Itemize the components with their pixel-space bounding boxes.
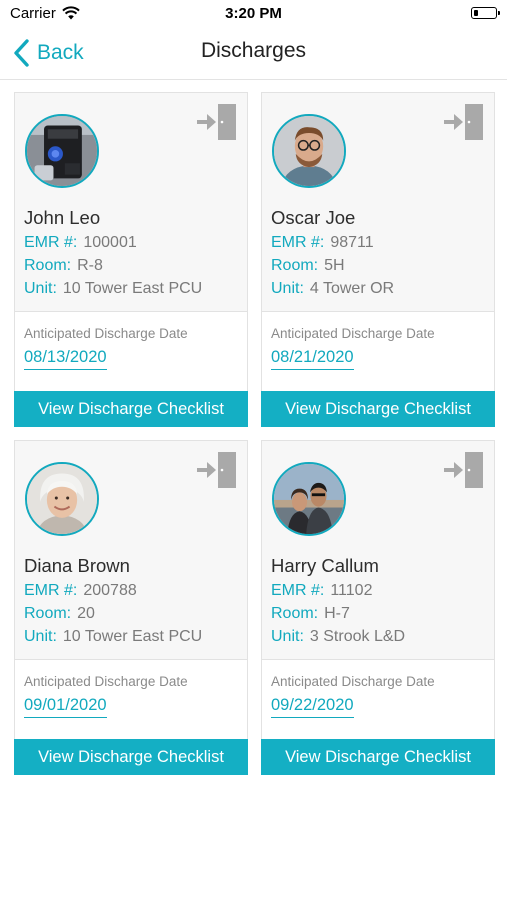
discharge-exit-icon[interactable] — [444, 104, 484, 140]
clock: 3:20 PM — [225, 5, 282, 22]
discharge-date-section: Anticipated Discharge Date 08/13/2020 — [15, 312, 247, 392]
patient-card-header: John Leo EMR #: 100001 Room: R-8 Unit: 10 T… — [15, 93, 247, 312]
status-bar: Carrier 3:20 PM — [0, 0, 507, 26]
coffee-machine-photo-icon — [27, 116, 97, 186]
anticipated-date-label: Anticipated Discharge Date — [271, 326, 435, 341]
unit-value: 4 Tower OR — [309, 280, 395, 297]
navigation-bar: Back Discharges — [0, 26, 507, 80]
patient-card: John Leo EMR #: 100001 Room: R-8 Unit: 10 T… — [14, 92, 248, 427]
unit-row: Unit: 3 Strook L&D — [271, 628, 405, 646]
discharge-exit-icon[interactable] — [444, 452, 484, 488]
emr-value: 100001 — [83, 234, 137, 251]
view-discharge-checklist-button[interactable]: View Discharge Checklist — [261, 739, 495, 775]
patient-card-header: Diana Brown EMR #: 200788 Room: 20 Unit: 10… — [15, 441, 247, 660]
battery-icon — [471, 7, 500, 19]
page-title: Discharges — [200, 39, 307, 62]
discharge-date-field[interactable]: 09/01/2020 — [24, 696, 107, 718]
avatar — [25, 462, 99, 536]
unit-row: Unit: 10 Tower East PCU — [24, 628, 202, 646]
unit-row: Unit: 10 Tower East PCU — [24, 280, 202, 298]
room-row: Room: 5H — [271, 257, 345, 275]
view-discharge-checklist-button[interactable]: View Discharge Checklist — [261, 391, 495, 427]
avatar — [25, 114, 99, 188]
emr-label: EMR #: — [24, 234, 78, 251]
room-label: Room: — [24, 605, 72, 622]
unit-label: Unit: — [271, 280, 304, 297]
room-row: Room: R-8 — [24, 257, 103, 275]
patient-card: Oscar Joe EMR #: 98711 Room: 5H Unit: 4 Tow… — [261, 92, 495, 427]
discharge-date-field[interactable]: 09/22/2020 — [271, 696, 354, 718]
unit-label: Unit: — [24, 280, 57, 297]
room-label: Room: — [24, 257, 72, 274]
discharge-exit-icon[interactable] — [197, 104, 237, 140]
unit-label: Unit: — [271, 628, 304, 645]
avatar — [272, 462, 346, 536]
view-discharge-checklist-button[interactable]: View Discharge Checklist — [14, 739, 248, 775]
room-value: 20 — [77, 605, 95, 622]
patient-name: Oscar Joe — [271, 207, 356, 228]
unit-value: 10 Tower East PCU — [62, 628, 203, 645]
emr-row: EMR #: 200788 — [24, 582, 137, 600]
couple-photo-icon — [274, 464, 344, 534]
discharge-date-section: Anticipated Discharge Date 08/21/2020 — [262, 312, 494, 392]
patient-card: Diana Brown EMR #: 200788 Room: 20 Unit: 10… — [14, 440, 248, 775]
emr-row: EMR #: 11102 — [271, 582, 372, 600]
emr-label: EMR #: — [271, 582, 325, 599]
patient-card-header: Oscar Joe EMR #: 98711 Room: 5H Unit: 4 Tow… — [262, 93, 494, 312]
room-value: H-7 — [324, 605, 350, 622]
man-with-glasses-photo-icon — [274, 116, 344, 186]
discharge-date-section: Anticipated Discharge Date 09/22/2020 — [262, 660, 494, 740]
unit-label: Unit: — [24, 628, 57, 645]
patient-name: John Leo — [24, 207, 101, 228]
anticipated-date-label: Anticipated Discharge Date — [24, 326, 188, 341]
emr-value: 98711 — [330, 234, 374, 251]
room-value: R-8 — [77, 257, 103, 274]
emr-label: EMR #: — [271, 234, 325, 251]
discharge-date-field[interactable]: 08/13/2020 — [24, 348, 107, 370]
room-row: Room: H-7 — [271, 605, 350, 623]
discharge-exit-icon[interactable] — [197, 452, 237, 488]
emr-row: EMR #: 98711 — [271, 234, 374, 252]
unit-row: Unit: 4 Tower OR — [271, 280, 394, 298]
unit-value: 10 Tower East PCU — [62, 280, 203, 297]
room-label: Room: — [271, 605, 319, 622]
unit-value: 3 Strook L&D — [309, 628, 406, 645]
battery-level-fill — [473, 9, 478, 16]
emr-value: 11102 — [330, 582, 373, 599]
anticipated-date-label: Anticipated Discharge Date — [24, 674, 188, 689]
room-row: Room: 20 — [24, 605, 95, 623]
emr-row: EMR #: 100001 — [24, 234, 137, 252]
patient-card-header: Harry Callum EMR #: 11102 Room: H-7 Unit: 3… — [262, 441, 494, 660]
room-label: Room: — [271, 257, 319, 274]
elderly-woman-photo-icon — [27, 464, 97, 534]
discharge-date-field[interactable]: 08/21/2020 — [271, 348, 354, 370]
patient-card: Harry Callum EMR #: 11102 Room: H-7 Unit: 3… — [261, 440, 495, 775]
avatar — [272, 114, 346, 188]
emr-value: 200788 — [83, 582, 137, 599]
emr-label: EMR #: — [24, 582, 78, 599]
view-discharge-checklist-button[interactable]: View Discharge Checklist — [14, 391, 248, 427]
patient-name: Harry Callum — [271, 555, 379, 576]
discharge-date-section: Anticipated Discharge Date 09/01/2020 — [15, 660, 247, 740]
patient-name: Diana Brown — [24, 555, 130, 576]
anticipated-date-label: Anticipated Discharge Date — [271, 674, 435, 689]
room-value: 5H — [324, 257, 345, 274]
